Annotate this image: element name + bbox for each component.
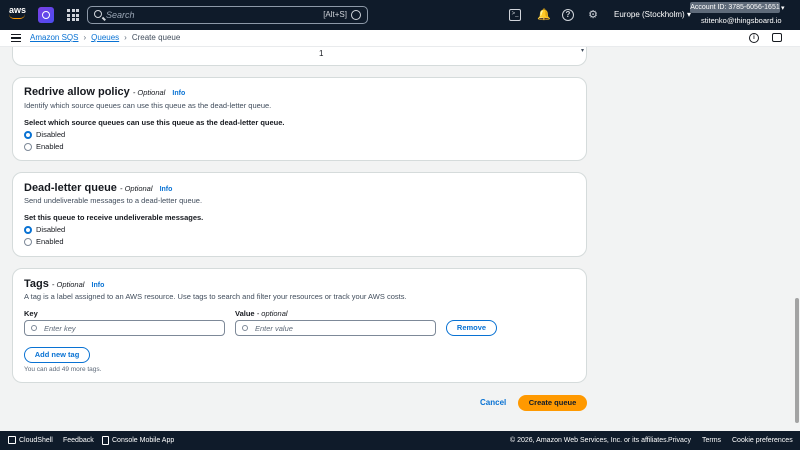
radio-label: Enabled	[36, 142, 64, 151]
region-label: Europe (Stockholm)	[614, 10, 685, 19]
radio-icon[interactable]	[24, 142, 32, 151]
feedback-panel-icon[interactable]	[772, 33, 782, 42]
optional-label: - optional	[256, 309, 288, 318]
bell-icon[interactable]: 🔔	[537, 9, 551, 21]
setting-value[interactable]: 1	[319, 49, 323, 58]
cancel-button[interactable]: Cancel	[480, 398, 506, 407]
console-mobile-link[interactable]: Console Mobile App	[112, 437, 174, 444]
optional-label: - Optional	[51, 280, 85, 289]
previous-settings-panel: 1 ▾	[12, 47, 587, 66]
radio-selected-icon[interactable]	[24, 225, 32, 234]
search-icon	[94, 10, 102, 18]
cookie-preferences-link[interactable]: Cookie preferences	[732, 437, 793, 444]
account-chevron-icon[interactable]: ▾	[781, 4, 785, 12]
account-id[interactable]: Account ID: 3785-6056-1651	[690, 2, 780, 13]
search-shortcut: [Alt+S]	[323, 10, 347, 19]
tag-key-input[interactable]: Enter key	[24, 320, 225, 336]
user-email[interactable]: stitenko@thingsboard.io	[701, 16, 782, 25]
redrive-title-text: Redrive allow policy	[24, 86, 130, 98]
search-scope-icon[interactable]	[351, 10, 361, 20]
remove-tag-button[interactable]: Remove	[446, 320, 497, 336]
chevron-right-icon: ›	[83, 33, 87, 42]
top-navigation: aws Search [Alt+S] >_ 🔔 ? ⚙ Europe (Stoc…	[0, 0, 800, 30]
apps-grid-icon[interactable]	[67, 9, 79, 21]
redrive-description: Identify which source queues can use thi…	[24, 101, 272, 110]
dlq-description: Send undeliverable messages to a dead-le…	[24, 196, 203, 205]
breadcrumb: Amazon SQS › Queues › Create queue	[30, 33, 180, 42]
key-placeholder: Enter key	[44, 324, 76, 333]
dead-letter-queue-panel: Dead-letter queue - Optional Info Send u…	[12, 172, 587, 257]
tags-panel: Tags - Optional Info A tag is a label as…	[12, 268, 587, 383]
search-icon	[242, 325, 248, 331]
dlq-title-text: Dead-letter queue	[24, 182, 117, 194]
radio-selected-icon[interactable]	[24, 130, 32, 139]
help-icon[interactable]: ?	[562, 9, 574, 21]
create-queue-button[interactable]: Create queue	[518, 395, 587, 411]
cloudshell-icon[interactable]: >_	[509, 9, 521, 21]
value-label-text: Value	[235, 309, 255, 318]
chevron-right-icon: ›	[124, 33, 127, 42]
cloudshell-icon[interactable]	[8, 436, 16, 444]
scrollbar-thumb[interactable]	[795, 298, 799, 423]
radio-label: Enabled	[36, 237, 64, 246]
optional-label: - Optional	[132, 88, 166, 97]
info-link[interactable]: Info	[172, 90, 185, 97]
search-placeholder: Search	[106, 10, 135, 20]
aws-logo-text: aws	[9, 5, 27, 15]
breadcrumb-bar: Amazon SQS › Queues › Create queue i	[0, 30, 800, 47]
search-input[interactable]: Search [Alt+S]	[87, 6, 368, 24]
menu-icon[interactable]	[11, 34, 21, 42]
terms-link[interactable]: Terms	[702, 437, 721, 444]
value-label: Value - optional	[235, 309, 288, 318]
region-selector[interactable]: Europe (Stockholm) ▾	[614, 10, 691, 19]
search-icon	[31, 325, 37, 331]
radio-disabled[interactable]: Disabled	[24, 225, 65, 234]
redrive-label: Select which source queues can use this …	[24, 118, 285, 127]
tags-description: A tag is a label assigned to an AWS reso…	[24, 292, 407, 301]
chevron-down-icon[interactable]: ▾	[581, 47, 584, 54]
copyright: © 2026, Amazon Web Services, Inc. or its…	[510, 437, 669, 444]
radio-disabled[interactable]: Disabled	[24, 130, 65, 139]
info-panel-icon[interactable]: i	[749, 33, 759, 43]
info-link[interactable]: Info	[92, 282, 105, 289]
radio-label: Disabled	[36, 130, 66, 139]
info-link[interactable]: Info	[160, 186, 173, 193]
breadcrumb-current: Create queue	[131, 33, 181, 42]
mobile-icon[interactable]	[102, 436, 109, 445]
key-label: Key	[24, 309, 38, 318]
dlq-label: Set this queue to receive undeliverable …	[24, 213, 204, 222]
optional-label: - Optional	[119, 184, 153, 193]
tag-value-input[interactable]: Enter value	[235, 320, 436, 336]
redrive-allow-policy-panel: Redrive allow policy - Optional Info Ide…	[12, 77, 587, 161]
dlq-title: Dead-letter queue - Optional Info	[24, 182, 172, 194]
gear-icon[interactable]: ⚙	[587, 9, 599, 21]
radio-enabled[interactable]: Enabled	[24, 237, 64, 246]
feedback-link[interactable]: Feedback	[63, 437, 94, 444]
radio-enabled[interactable]: Enabled	[24, 142, 64, 151]
tags-title: Tags - Optional Info	[24, 278, 104, 290]
radio-label: Disabled	[36, 225, 66, 234]
tags-remaining-note: You can add 49 more tags.	[24, 366, 102, 373]
radio-icon[interactable]	[24, 237, 32, 246]
privacy-link[interactable]: Privacy	[668, 437, 691, 444]
footer: CloudShell Feedback Console Mobile App ©…	[0, 431, 800, 450]
service-icon[interactable]	[38, 7, 54, 23]
add-new-tag-button[interactable]: Add new tag	[24, 347, 90, 363]
breadcrumb-amazon-sqs[interactable]: Amazon SQS	[30, 33, 78, 42]
aws-logo[interactable]: aws	[9, 6, 29, 24]
tags-title-text: Tags	[24, 278, 49, 290]
breadcrumb-queues[interactable]: Queues	[91, 33, 119, 42]
value-placeholder: Enter value	[255, 324, 293, 333]
cloudshell-link[interactable]: CloudShell	[19, 437, 53, 444]
redrive-title: Redrive allow policy - Optional Info	[24, 86, 185, 98]
